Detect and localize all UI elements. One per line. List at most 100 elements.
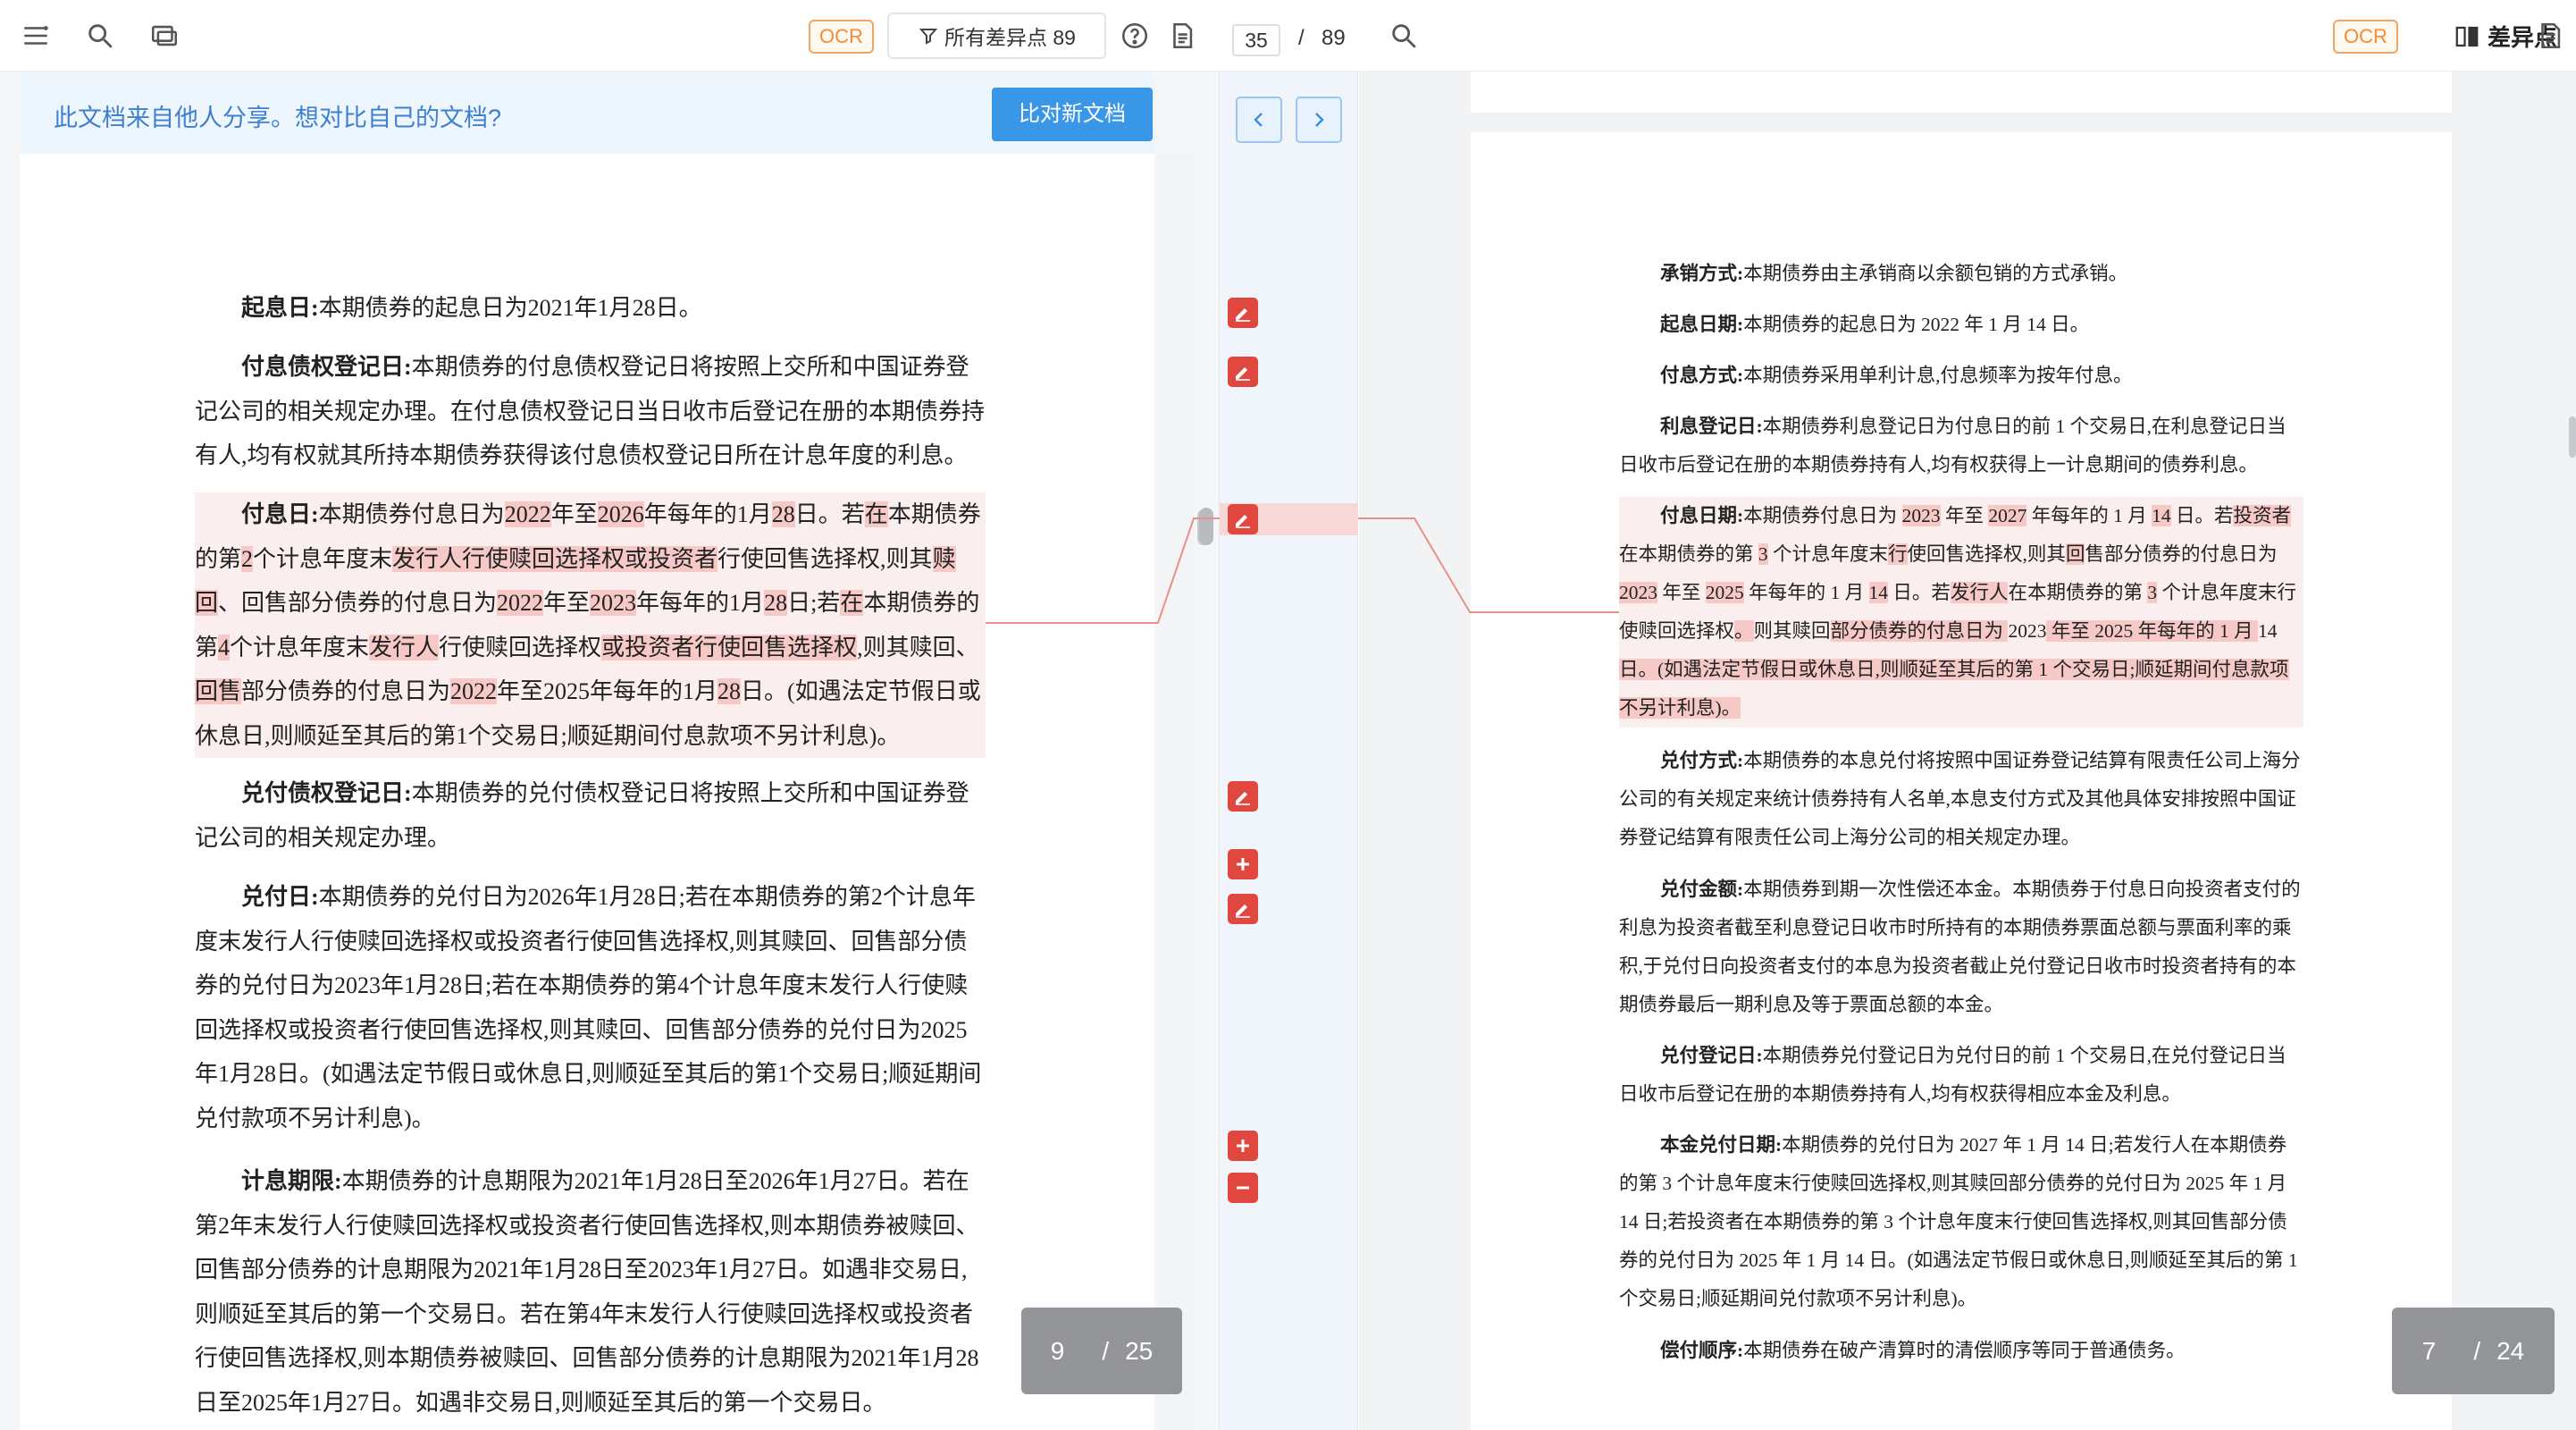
diff-text: 售部分债券的付息日为 [2085, 543, 2278, 565]
left-page-sep: / [1102, 1336, 1110, 1365]
diff-highlight: 部分债券的付息日为 [1830, 620, 2009, 642]
diff-marker-modified[interactable] [1228, 357, 1258, 387]
para-title: 偿付顺序: [1660, 1340, 1744, 1361]
remove-icon [1237, 1186, 1249, 1190]
menu-icon[interactable] [18, 18, 54, 54]
diff-text: 使回售选择权,则其 [1907, 543, 2066, 565]
diff-filter-button[interactable]: 所有差异点 89 [887, 13, 1106, 59]
diff-highlight: 。 [1734, 620, 1754, 642]
compare-new-document-button[interactable]: 比对新文档 [992, 88, 1153, 141]
diff-highlight: 3 [1758, 543, 1768, 565]
diff-text: 年至 [550, 501, 598, 527]
right-para-0: 承销方式:本期债券由主承销商以余额包销的方式承销。 [1619, 255, 2303, 293]
left-scrollbar-track[interactable] [1158, 154, 1194, 1430]
left-page-counter: 9 / 25 [1021, 1308, 1182, 1394]
share-banner-text: 此文档来自他人分享。想对比自己的文档? [54, 105, 502, 131]
diff-highlight: 发行人行使赎回选择权或投资者 [392, 545, 718, 572]
right-para-8: 本金兑付日期:本期债券的兑付日为 2027 年 1 月 14 日;若发行人在本期… [1619, 1126, 2303, 1318]
right-para-4-diff-block[interactable]: 付息日期:本期债券付息日为 2023 年至 2027 年每年的 1 月 14 日… [1619, 497, 2303, 728]
diff-highlight: 2 [241, 545, 254, 572]
diff-highlight: 28 [717, 678, 742, 704]
right-para-5: 兑付方式:本期债券的本息兑付将按照中国证券登记结算有限责任公司上海分公司的有关规… [1619, 742, 2303, 857]
diff-highlight: 发行人 [369, 634, 440, 660]
para-body-segments: 本期债券付息日为 2023 年至 2027 年每年的 1 月 14 日。若投资者… [1619, 505, 2296, 719]
search-icon[interactable] [82, 18, 118, 54]
edit-icon [1236, 308, 1250, 322]
diff-highlight: 2027 [1988, 505, 2027, 526]
diff-text: 年至 [543, 590, 591, 616]
diff-text: 、回售部分债券的付息日为 [218, 590, 498, 616]
edit-icon [1236, 515, 1250, 528]
diff-highlight: 14 [2152, 505, 2171, 526]
para-title: 兑付方式: [1660, 750, 1744, 771]
diff-marker-modified[interactable] [1228, 894, 1258, 924]
left-toolbar: OCR 所有差异点 89 [0, 0, 1220, 72]
right-para-2: 付息方式:本期债券采用单利计息,付息频率为按年付息。 [1619, 357, 2303, 395]
right-para-6: 兑付金额:本期债券到期一次性偿还本金。本期债券于付息日向投资者支付的利息为投资者… [1619, 871, 2303, 1024]
right-scroll-thumb[interactable] [2569, 416, 2576, 458]
document-icon[interactable] [1164, 18, 1200, 54]
ocr-badge[interactable]: OCR [2333, 20, 2398, 54]
diff-highlight: 在 [840, 590, 864, 616]
diff-highlight: 回售 [195, 678, 242, 704]
para-body: 本期债券在破产清算时的清偿顺序等同于普通债务。 [1743, 1340, 2186, 1361]
diff-text: 年每年的 1 月 [1743, 582, 1869, 603]
diff-text: 在本期债券的第 [2008, 582, 2148, 603]
left-para-1: 付息债权登记日:本期债券的付息债权登记日将按照上交所和中国证券登记公司的相关规定… [195, 345, 986, 478]
left-para-2-diff-block[interactable]: 付息日:本期债券付息日为2022年至2026年每年的1月28日。若在本期债券的第… [195, 492, 986, 758]
para-title: 起息日: [241, 295, 319, 321]
diff-text: 行使回售选择权,则其 [717, 545, 933, 572]
diff-total: 89 [1322, 26, 1346, 50]
prev-diff-button[interactable] [1236, 97, 1282, 143]
right-page-counter: 7 / 24 [2392, 1308, 2555, 1394]
diff-highlight: 2022 [497, 590, 544, 616]
para-title: 付息方式: [1660, 365, 1744, 386]
diff-marker-modified[interactable] [1228, 298, 1258, 328]
document-icon[interactable] [2532, 18, 2568, 54]
split-view-icon [2455, 26, 2479, 46]
diff-index-sep: / [1298, 26, 1305, 50]
left-page-current: 9 [1050, 1336, 1065, 1365]
para-title: 本金兑付日期: [1660, 1134, 1783, 1156]
diff-marker-added[interactable] [1228, 1131, 1258, 1161]
diff-text: 年每年的 1 月 [2026, 505, 2152, 526]
diff-highlight: 在 [864, 501, 888, 527]
diff-index-input[interactable]: 35 [1232, 24, 1280, 56]
diff-highlight: 14 [1868, 582, 1889, 603]
edit-icon [1236, 367, 1250, 381]
diff-highlight: 年至 2025 年每年的 1 月 [2046, 620, 2258, 642]
diff-marker-deleted[interactable] [1228, 1173, 1258, 1203]
ocr-badge[interactable]: OCR [809, 20, 874, 54]
compare-app: OCR 所有差异点 89 此文档来自他人分享。想对比自己的文档? 比对新文档 起… [0, 0, 2576, 1430]
para-body-segments: 本期债券付息日为2022年至2026年每年的1月28日。若在本期债券的第2个计息… [195, 501, 981, 749]
para-title: 兑付登记日: [1660, 1045, 1763, 1066]
left-para-4: 兑付日:本期债券的兑付日为2026年1月28日;若在本期债券的第2个计息年度末发… [195, 875, 986, 1140]
para-title: 计息期限: [241, 1168, 342, 1194]
diff-highlight: 2023 [590, 590, 637, 616]
right-para-3: 利息登记日:本期债券利息登记日为付息日的前 1 个交易日,在利息登记日当日收市后… [1619, 408, 2303, 484]
diff-text: ,则其赎回、 [857, 634, 979, 660]
diff-text: 行使赎回选择权 [439, 634, 602, 660]
right-previous-page-edge [1471, 72, 2452, 113]
para-body: 本期债券的兑付日为2026年1月28日;若在本期债券的第2个计息年度末发行人行使… [195, 884, 982, 1131]
right-page-total: 24 [2496, 1336, 2525, 1365]
para-body: 本期债券由主承销商以余额包销的方式承销。 [1743, 263, 2128, 284]
para-title: 承销方式: [1660, 263, 1744, 284]
search-icon[interactable] [1386, 18, 1422, 54]
help-icon[interactable] [1117, 18, 1153, 54]
para-body: 本期债券的计息期限为2021年1月28日至2026年1月27日。若在第2年末发行… [195, 1168, 979, 1416]
window-icon[interactable] [147, 18, 182, 54]
diff-text: 本期债券付息日为 [318, 501, 505, 527]
left-para-0: 起息日:本期债券的起息日为2021年1月28日。 [195, 286, 986, 331]
next-diff-button[interactable] [1296, 97, 1342, 143]
diff-marker-modified-active[interactable] [1228, 504, 1258, 534]
add-icon [1237, 1140, 1249, 1152]
chevron-left-icon [1254, 113, 1263, 127]
left-para-3: 兑付债权登记日:本期债券的兑付债权登记日将按照上交所和中国证券登记公司的相关规定… [195, 771, 986, 860]
diff-text: 14 [2257, 620, 2278, 642]
pane-resize-handle[interactable] [1199, 508, 1213, 545]
diff-marker-modified[interactable] [1228, 781, 1258, 812]
right-toolbar: OCR 差异点 [1359, 0, 2576, 72]
diff-text: 日。若 [794, 501, 865, 527]
diff-marker-added[interactable] [1228, 849, 1258, 879]
